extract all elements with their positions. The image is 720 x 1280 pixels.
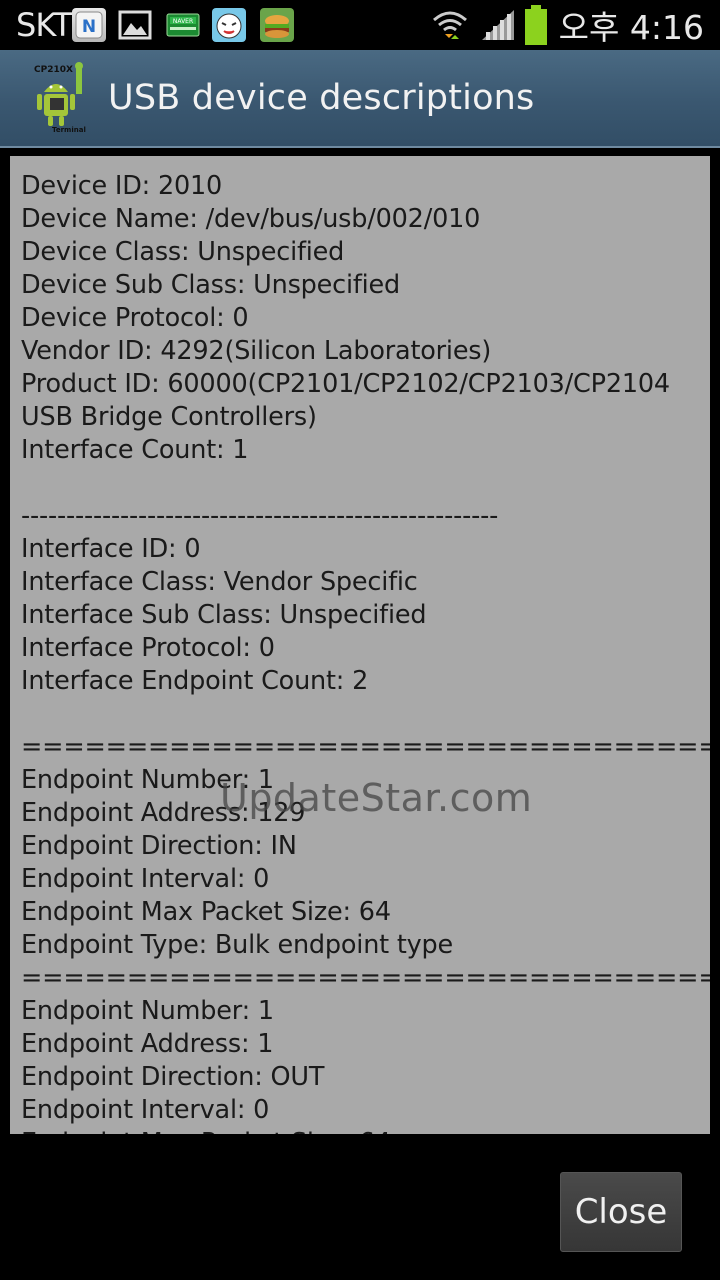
- carrier-label: SKT: [16, 6, 72, 44]
- description-line: [21, 698, 706, 731]
- watermark: UpdateStar.com: [220, 776, 533, 820]
- description-line: Interface ID: 0: [21, 534, 201, 564]
- signal-icon: [480, 8, 516, 42]
- android-usb-app-icon: CP210X Terminal: [30, 62, 96, 134]
- description-line: Endpoint Interval: 0: [21, 864, 270, 894]
- description-line: Device Class: Unspecified: [21, 237, 345, 267]
- description-line: ========================================…: [21, 732, 710, 762]
- description-line: Device Sub Class: Unspecified: [21, 270, 400, 300]
- description-line: Interface Protocol: 0: [21, 633, 275, 663]
- description-line: Endpoint Interval: 0: [21, 1095, 270, 1125]
- description-line: Product ID: 60000(CP2101/CP2102/CP2103/C…: [21, 369, 670, 399]
- wifi-icon: [430, 8, 470, 42]
- description-line: Device Protocol: 0: [21, 303, 249, 333]
- description-line: Interface Class: Vendor Specific: [21, 567, 418, 597]
- close-button[interactable]: Close: [560, 1172, 682, 1252]
- description-line: [21, 467, 706, 500]
- description-line: Interface Sub Class: Unspecified: [21, 600, 427, 630]
- app-icon-sublabel: Terminal: [52, 126, 86, 134]
- description-line: Endpoint Max Packet Size: 64: [21, 1127, 706, 1134]
- n-app-icon: N: [72, 8, 106, 42]
- description-line: USB Bridge Controllers): [21, 402, 317, 432]
- clock: 오후 4:16: [558, 8, 704, 47]
- cat-face-icon: [212, 8, 246, 42]
- description-line: Device ID: 2010: [21, 171, 223, 201]
- description-line: Interface Count: 1: [21, 435, 249, 465]
- description-line: Interface Endpoint Count: 2: [21, 666, 369, 696]
- description-line: Endpoint Address: 1: [21, 1029, 274, 1059]
- description-scroll-area[interactable]: Device ID: 2010 Device Name: /dev/bus/usb…: [10, 156, 710, 1134]
- svg-text:N: N: [82, 17, 96, 37]
- description-line: Endpoint Type: Bulk endpoint type: [21, 930, 454, 960]
- description-line: ========================================…: [21, 963, 710, 993]
- status-bar: SKT N NAVER 오후 4:16: [0, 0, 720, 50]
- svg-text:NAVER: NAVER: [173, 18, 193, 25]
- description-line: Endpoint Direction: IN: [21, 831, 297, 861]
- naver-icon: NAVER: [166, 8, 200, 42]
- description-line: ----------------------------------------…: [21, 501, 499, 531]
- food-icon: [260, 8, 294, 42]
- description-line: Device Name: /dev/bus/usb/002/010: [21, 204, 481, 234]
- app-icon-label: CP210X: [34, 65, 73, 75]
- description-line: Endpoint Number: 1: [21, 996, 274, 1026]
- dialog-title-bar: CP210X Terminal USB device descriptions: [0, 50, 720, 148]
- description-line: Endpoint Direction: OUT: [21, 1062, 325, 1092]
- usb-description-text: Device ID: 2010 Device Name: /dev/bus/usb…: [21, 170, 710, 1134]
- description-line: Endpoint Max Packet Size: 64: [21, 897, 391, 927]
- battery-icon: [524, 4, 548, 46]
- description-line: Vendor ID: 4292(Silicon Laboratories): [21, 336, 492, 366]
- dialog-title: USB device descriptions: [108, 78, 535, 118]
- gallery-icon: [118, 8, 152, 42]
